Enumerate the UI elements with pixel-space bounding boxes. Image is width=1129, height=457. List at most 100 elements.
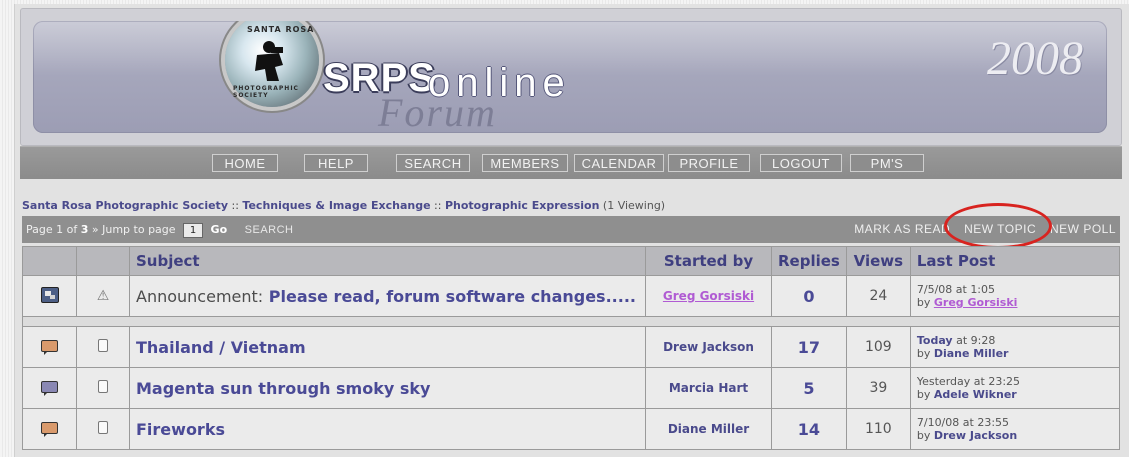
topic-starter-link[interactable]: Diane Miller bbox=[645, 408, 772, 450]
table-spacer bbox=[22, 316, 1120, 327]
nav-members-button[interactable]: MEMBERS bbox=[482, 154, 568, 172]
viewing-count: (1 Viewing) bbox=[602, 199, 666, 212]
table-header-row: Subject Started by Replies Views Last Po… bbox=[22, 246, 1121, 276]
speech-bubble-icon bbox=[41, 421, 58, 437]
topic-title-link[interactable]: Fireworks bbox=[129, 408, 646, 450]
last-post-author-link[interactable]: Diane Miller bbox=[934, 347, 1009, 360]
announcement-icon bbox=[40, 286, 59, 303]
topic-starter-link[interactable]: Drew Jackson bbox=[645, 326, 772, 368]
announcement-subject: Announcement: Please read, forum softwar… bbox=[129, 275, 646, 317]
topic-last-post: Yesterday at 23:25 by Adele Wikner bbox=[909, 367, 1121, 409]
breadcrumb-society-link[interactable]: Santa Rosa Photographic Society bbox=[22, 199, 228, 212]
breadcrumb: Santa Rosa Photographic Society :: Techn… bbox=[22, 199, 665, 212]
header-last-post[interactable]: Last Post bbox=[909, 246, 1121, 276]
last-post-by-prefix: by bbox=[916, 388, 931, 401]
new-poll-button[interactable]: NEW POLL bbox=[1050, 222, 1116, 236]
header-subject[interactable]: Subject bbox=[129, 246, 646, 276]
nav-profile-button[interactable]: PROFILE bbox=[668, 154, 750, 172]
spacer-cell bbox=[22, 316, 1120, 327]
topic-title-link[interactable]: Magenta sun through smoky sky bbox=[129, 367, 646, 409]
header-views[interactable]: Views bbox=[845, 246, 911, 276]
breadcrumb-separator: :: bbox=[231, 199, 239, 212]
last-post-author-link[interactable]: Adele Wikner bbox=[934, 388, 1017, 401]
speech-bubble-icon bbox=[41, 339, 58, 355]
last-post-day: Yesterday bbox=[916, 375, 971, 388]
last-post-by-prefix: by bbox=[916, 347, 931, 360]
breadcrumb-expression-link[interactable]: Photographic Expression bbox=[445, 199, 599, 212]
topic-starter-link[interactable]: Marcia Hart bbox=[645, 367, 772, 409]
header-status-col bbox=[76, 246, 130, 276]
table-row[interactable]: Fireworks Diane Miller 14 110 7/10/08 at… bbox=[22, 408, 1121, 450]
nav-logout-button[interactable]: LOGOUT bbox=[760, 154, 842, 172]
logo-ring-top-text: SANTA ROSA bbox=[247, 25, 315, 34]
topic-views: 110 bbox=[845, 408, 911, 450]
document-icon bbox=[98, 339, 108, 352]
topic-title-link[interactable]: Thailand / Vietnam bbox=[129, 326, 646, 368]
last-post-by-prefix: by bbox=[916, 296, 931, 309]
last-post-time[interactable]: 7/5/08 at 1:05 bbox=[917, 283, 995, 296]
speech-bubble-icon bbox=[41, 380, 58, 396]
srps-logo[interactable]: SANTA ROSA PHOTOGRAPHIC SOCIETY bbox=[225, 21, 319, 107]
warning-triangle-icon: ⚠ bbox=[96, 288, 110, 304]
doc-icon-cell bbox=[76, 326, 130, 368]
topic-replies-link[interactable]: 17 bbox=[771, 326, 847, 368]
page-total-link[interactable]: 3 bbox=[81, 223, 89, 236]
last-post-day: Today bbox=[916, 334, 953, 347]
logo-ring-bottom-text: PHOTOGRAPHIC SOCIETY bbox=[233, 85, 299, 99]
topic-icon-cell bbox=[22, 326, 77, 368]
banner-year: 2008 bbox=[987, 32, 1083, 85]
table-row[interactable]: Magenta sun through smoky sky Marcia Har… bbox=[22, 367, 1121, 409]
pagination: Page 1 of 3 » Jump to page 1 Go SEARCH bbox=[26, 223, 293, 238]
last-post-time[interactable]: at 23:25 bbox=[974, 375, 1020, 388]
warning-icon-cell: ⚠ bbox=[76, 275, 130, 317]
main-nav: HOME HELP SEARCH MEMBERS CALENDAR PROFIL… bbox=[20, 146, 1122, 179]
announcement-row[interactable]: ⚠ Announcement: Please read, forum softw… bbox=[22, 275, 1121, 317]
topic-icon-cell bbox=[22, 408, 77, 450]
doc-icon-cell bbox=[76, 408, 130, 450]
breadcrumb-separator: :: bbox=[434, 199, 442, 212]
topic-last-post: 7/10/08 at 23:55 by Drew Jackson bbox=[909, 408, 1121, 450]
header-icon-col bbox=[22, 246, 77, 276]
topic-table: Subject Started by Replies Views Last Po… bbox=[22, 246, 1121, 450]
last-post-time[interactable]: at 23:55 bbox=[963, 416, 1009, 429]
banner-panel: SANTA ROSA PHOTOGRAPHIC SOCIETY SRPS onl… bbox=[33, 21, 1107, 133]
page-number-input[interactable]: 1 bbox=[183, 223, 204, 238]
nav-search-button[interactable]: SEARCH bbox=[396, 154, 470, 172]
last-post-by-prefix: by bbox=[916, 429, 931, 442]
nav-pms-button[interactable]: PM'S bbox=[850, 154, 924, 172]
document-icon bbox=[98, 380, 108, 393]
last-post-time[interactable]: at 9:28 bbox=[956, 334, 995, 347]
announcement-title-link[interactable]: Please read, forum software changes..... bbox=[269, 287, 636, 306]
go-button[interactable]: Go bbox=[211, 223, 228, 236]
topic-views: 109 bbox=[845, 326, 911, 368]
photographer-icon bbox=[255, 41, 283, 81]
page-prefix: Page 1 of bbox=[26, 223, 78, 236]
last-post-author-link[interactable]: Greg Gorsiski bbox=[934, 296, 1018, 309]
jump-to-page-label: » Jump to page bbox=[91, 223, 176, 236]
header-replies[interactable]: Replies bbox=[771, 246, 847, 276]
announcement-replies: 0 bbox=[771, 275, 847, 317]
topic-replies-link[interactable]: 14 bbox=[771, 408, 847, 450]
last-post-day: 7/10/08 bbox=[916, 416, 960, 429]
forum-subtitle: Forum bbox=[378, 90, 497, 133]
topic-views: 39 bbox=[845, 367, 911, 409]
breadcrumb-techniques-link[interactable]: Techniques & Image Exchange bbox=[242, 199, 430, 212]
forum-search-button[interactable]: SEARCH bbox=[245, 224, 294, 236]
nav-help-button[interactable]: HELP bbox=[304, 154, 368, 172]
doc-icon-cell bbox=[76, 367, 130, 409]
announcement-views: 24 bbox=[845, 275, 911, 317]
document-icon bbox=[98, 421, 108, 434]
mark-as-read-button[interactable]: MARK AS READ bbox=[854, 222, 950, 236]
last-post-author-link[interactable]: Drew Jackson bbox=[934, 429, 1017, 442]
topic-last-post: Today at 9:28 by Diane Miller bbox=[909, 326, 1121, 368]
announcement-icon-cell bbox=[22, 275, 77, 317]
header-started-by[interactable]: Started by bbox=[645, 246, 772, 276]
topic-replies-link[interactable]: 5 bbox=[771, 367, 847, 409]
nav-calendar-button[interactable]: CALENDAR bbox=[574, 154, 664, 172]
nav-home-button[interactable]: HOME bbox=[212, 154, 278, 172]
topic-icon-cell bbox=[22, 367, 77, 409]
forum-banner: SANTA ROSA PHOTOGRAPHIC SOCIETY SRPS onl… bbox=[20, 8, 1122, 146]
table-row[interactable]: Thailand / Vietnam Drew Jackson 17 109 T… bbox=[22, 326, 1121, 368]
announcement-starter-link[interactable]: Greg Gorsiski bbox=[645, 275, 772, 317]
announcement-prefix: Announcement: bbox=[136, 286, 264, 306]
